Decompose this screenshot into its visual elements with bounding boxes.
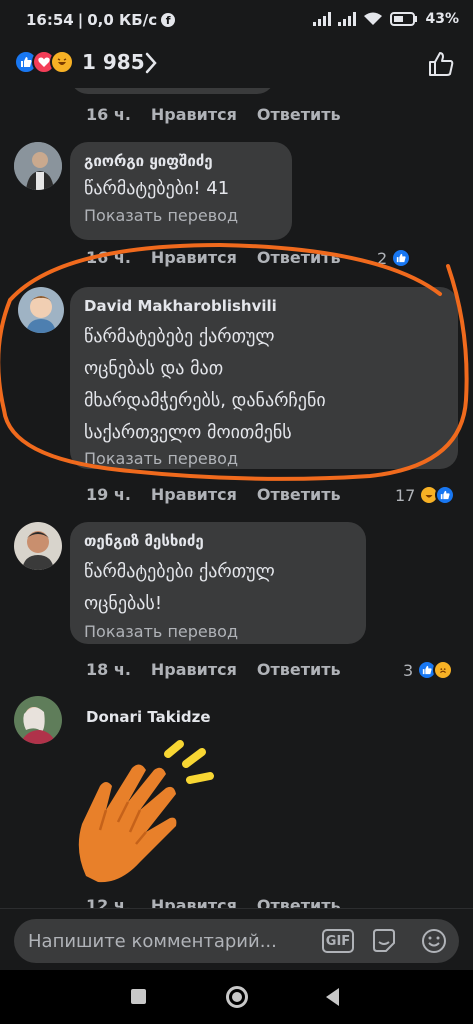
avatar-photo bbox=[14, 696, 62, 744]
comment-reactions[interactable]: 3 bbox=[403, 660, 454, 680]
comment-time: 19 ч. bbox=[86, 485, 131, 504]
sad-reaction-icon bbox=[433, 660, 454, 680]
comment-text-line: საქართველო მოითმენს bbox=[84, 422, 292, 443]
battery-level: 43% bbox=[425, 11, 459, 27]
comment-actions: 18 ч. Нравится Ответить bbox=[86, 660, 361, 679]
previous-comment-bubble bbox=[70, 88, 275, 94]
comment-text-line: ოცნებას და მათ bbox=[84, 358, 224, 379]
comment-time: 16 ч. bbox=[86, 105, 131, 124]
show-translation-link[interactable]: Показать перевод bbox=[84, 206, 278, 225]
reply-button[interactable]: Ответить bbox=[257, 896, 341, 908]
like-button[interactable]: Нравится bbox=[151, 660, 237, 679]
wifi-icon bbox=[364, 12, 383, 25]
avatar[interactable] bbox=[14, 522, 62, 570]
comment-input-placeholder: Напишите комментарий... bbox=[28, 931, 277, 952]
status-right: 43% bbox=[313, 11, 459, 27]
comment-author[interactable]: David Makharoblishvili bbox=[84, 297, 444, 315]
comment-text-line: წარმატებებე ქართულ bbox=[84, 326, 275, 347]
show-translation-link[interactable]: Показать перевод bbox=[84, 622, 352, 641]
show-translation-link[interactable]: Показать перевод bbox=[84, 449, 444, 468]
comment-time: 16 ч. bbox=[86, 248, 131, 267]
like-button[interactable]: Нравится bbox=[151, 485, 237, 504]
back-button[interactable] bbox=[326, 988, 339, 1006]
comment-input-bar: Напишите комментарий... GIF bbox=[0, 908, 473, 970]
comment-text-line: მხარდამჭერებს, დანარჩენი bbox=[84, 390, 326, 411]
reply-button[interactable]: Ответить bbox=[257, 105, 341, 124]
haha-reaction-icon bbox=[50, 50, 74, 74]
recents-button[interactable] bbox=[131, 989, 146, 1004]
comment-reaction-count: 2 bbox=[377, 248, 388, 268]
chevron-right-icon[interactable] bbox=[144, 52, 158, 74]
clapping-hands-sticker bbox=[78, 740, 214, 883]
comment-input[interactable]: Напишите комментарий... GIF bbox=[14, 919, 459, 963]
android-nav-bar bbox=[0, 970, 473, 1024]
reactions-header: 1 985 bbox=[0, 40, 473, 88]
signal-icon-2 bbox=[338, 12, 357, 26]
comment-author[interactable]: თენგიზ მესხიძე bbox=[84, 532, 352, 550]
comment-text: წარმატებები! 41 bbox=[84, 178, 230, 199]
comment-text-line: წარმატებები ქართულ bbox=[84, 561, 275, 582]
like-button[interactable]: Нравится bbox=[151, 105, 237, 124]
comment-actions: 16 ч. Нравится Ответить bbox=[86, 105, 361, 124]
comment-time: 12 ч. bbox=[86, 896, 131, 908]
comment-author[interactable]: Donari Takidze bbox=[86, 708, 211, 726]
comment-reaction-count: 3 bbox=[403, 660, 414, 680]
comment-actions: 16 ч. Нравится Ответить bbox=[86, 248, 361, 267]
status-bar: 16:54 | 0,0 КБ/с f 43% bbox=[0, 0, 473, 40]
comment-reactions[interactable]: 2 bbox=[377, 248, 412, 268]
comment-reaction-count: 17 bbox=[395, 485, 416, 505]
like-outline-icon[interactable] bbox=[427, 50, 455, 78]
avatar[interactable] bbox=[14, 142, 62, 190]
avatar-photo bbox=[18, 287, 64, 333]
signal-icon bbox=[313, 12, 332, 26]
status-separator: | bbox=[77, 11, 84, 29]
like-button[interactable]: Нравится bbox=[151, 248, 237, 267]
battery-icon bbox=[390, 12, 418, 26]
avatar[interactable] bbox=[14, 696, 62, 744]
home-button[interactable] bbox=[226, 986, 248, 1008]
reaction-count: 1 985 bbox=[82, 50, 145, 74]
comment-bubble[interactable]: გიორგი ყიფშიძე წარმატებები! 41 Показать … bbox=[70, 142, 292, 240]
like-button[interactable]: Нравится bbox=[151, 896, 237, 908]
avatar-photo bbox=[14, 142, 62, 190]
status-left: 16:54 | 0,0 КБ/с f bbox=[26, 11, 176, 29]
comments-feed[interactable]: 16 ч. Нравится Ответить გიორგი ყიფშიძე წ… bbox=[0, 88, 473, 908]
comment-bubble[interactable]: David Makharoblishvili წარმატებებე ქართუ… bbox=[70, 287, 458, 469]
reply-button[interactable]: Ответить bbox=[257, 485, 341, 504]
comment-text-line: ოცნებას! bbox=[84, 593, 163, 614]
avatar[interactable] bbox=[18, 287, 64, 333]
comment-bubble[interactable]: თენგიზ მესხიძე წარმატებები ქართულ ოცნება… bbox=[70, 522, 366, 644]
like-reaction-icon bbox=[391, 248, 412, 268]
reply-button[interactable]: Ответить bbox=[257, 660, 341, 679]
status-net-speed: 0,0 КБ/с bbox=[87, 11, 158, 29]
comment-reactions[interactable]: 17 bbox=[395, 485, 456, 505]
emoji-icon[interactable] bbox=[420, 927, 448, 955]
like-reaction-icon bbox=[435, 485, 456, 505]
facebook-notification-icon: f bbox=[161, 13, 176, 27]
status-time: 16:54 bbox=[26, 11, 74, 29]
comment-time: 18 ч. bbox=[86, 660, 131, 679]
gif-icon[interactable]: GIF bbox=[322, 929, 354, 953]
reactions-summary[interactable]: 1 985 bbox=[14, 50, 145, 74]
comment-actions: 12 ч. Нравится Ответить bbox=[86, 896, 361, 908]
comment-actions: 19 ч. Нравится Ответить bbox=[86, 485, 361, 504]
sticker-icon[interactable] bbox=[370, 927, 398, 955]
comment-author[interactable]: გიორგი ყიფშიძე bbox=[84, 152, 278, 170]
avatar-photo bbox=[14, 522, 62, 570]
reply-button[interactable]: Ответить bbox=[257, 248, 341, 267]
